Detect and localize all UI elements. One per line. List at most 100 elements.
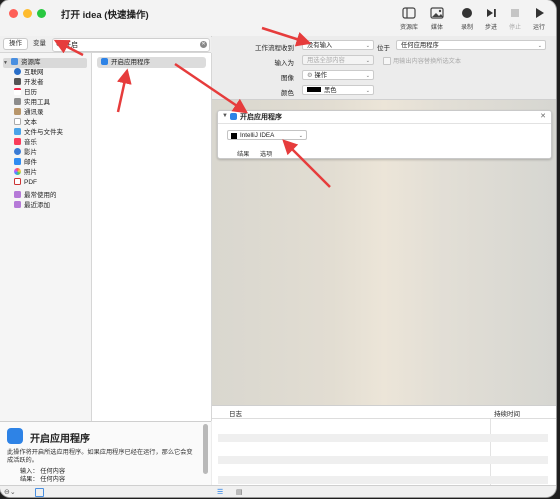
text-icon (14, 118, 21, 125)
title-bar: 打开 idea (快速操作) 资源库 媒体 录制 步进 停止 运行 (0, 0, 556, 37)
minimize-window-button[interactable] (23, 9, 32, 18)
stop-icon (511, 9, 519, 17)
app-select-popup[interactable]: IntelliJ IDEA ⌄ (227, 130, 307, 140)
open-app-icon (230, 113, 237, 120)
close-icon[interactable]: ✕ (540, 112, 546, 120)
mail-icon (14, 158, 21, 165)
sidebar-item-calendar[interactable]: 日历 (14, 88, 37, 98)
calendar-icon (14, 88, 21, 95)
options-menu-icon[interactable]: ⊖⌄ (4, 488, 16, 496)
record-button[interactable]: 录制 (454, 6, 480, 31)
tab-variables[interactable]: 变量 (28, 39, 51, 49)
open-app-icon (101, 58, 108, 65)
chevron-down-icon[interactable]: ▼ (222, 113, 228, 119)
step-button[interactable]: 步进 (478, 6, 504, 31)
window-title: 打开 idea (快速操作) (61, 10, 149, 21)
play-icon (536, 8, 544, 18)
library-header: 操作 变量 开启 ✕ (0, 36, 211, 53)
library-icon (11, 58, 18, 65)
tools-icon (14, 98, 21, 105)
table-row (218, 456, 548, 464)
split-view-icon[interactable]: ▤ (236, 488, 243, 496)
action-card-header: ▼ 开启应用程序 ✕ (218, 111, 551, 124)
table-row (218, 476, 548, 484)
description-title: 开启应用程序 (30, 434, 90, 445)
sidebar-item-developer[interactable]: 开发者 (14, 78, 44, 88)
photo-icon (430, 7, 444, 19)
sidebar-item-utilities[interactable]: 实用工具 (14, 98, 50, 108)
sidebar-item-music[interactable]: 音乐 (14, 138, 37, 148)
media-button[interactable]: 媒体 (424, 6, 450, 31)
action-card-title: 开启应用程序 (240, 114, 282, 121)
tab-options[interactable]: 选项 (260, 149, 272, 158)
color-swatch (307, 87, 321, 92)
divider (212, 418, 556, 419)
sidebar-item-library[interactable]: ▼ 资源库 (3, 58, 87, 68)
sidebar-item-most-used[interactable]: 最常使用的 (14, 191, 57, 201)
sidebar-item-pdf[interactable]: PDF (14, 178, 37, 188)
record-icon (462, 8, 472, 18)
clear-search-icon[interactable]: ✕ (200, 41, 207, 48)
contacts-icon (14, 108, 21, 115)
sidebar-item-contacts[interactable]: 通讯录 (14, 108, 44, 118)
description-result: 结果： 任何内容 (20, 476, 66, 483)
application-popup[interactable]: 任何应用程序 ⌄ (396, 40, 546, 50)
library-button[interactable]: 资源库 (396, 6, 422, 31)
bottom-bar: ⊖⌄ ☰ ▤ (0, 485, 556, 497)
chevron-updown-icon: ⌄ (365, 58, 370, 64)
duration-column-header: 持续时间 (494, 411, 520, 418)
zoom-window-button[interactable] (37, 9, 46, 18)
close-window-button[interactable] (9, 9, 18, 18)
chevron-updown-icon: ⌄ (365, 73, 370, 79)
search-value: 开启 (64, 42, 78, 49)
action-list: 开启应用程序 (92, 53, 212, 421)
log-column-header: 日志 (229, 411, 242, 418)
sidebar-item-files-folders[interactable]: 文件与文件夹 (14, 128, 63, 138)
search-input[interactable]: 开启 ✕ (52, 38, 210, 52)
replace-selection-checkbox[interactable] (383, 57, 391, 65)
color-popup[interactable]: 黑色 ⌄ (302, 85, 374, 95)
image-popup[interactable]: ⚙ 操作 ⌄ (302, 70, 374, 80)
finder-icon (14, 128, 21, 135)
input-is-popup[interactable]: 用选全部内容 ⌄ (302, 55, 374, 65)
description-scrollbar[interactable] (203, 424, 208, 474)
list-item[interactable]: 开启应用程序 (97, 57, 206, 68)
replace-selection-label: 用输出内容替换所选文本 (393, 58, 462, 65)
sidebar-item-movies[interactable]: 影片 (14, 148, 37, 158)
chevron-down-icon: ▼ (3, 60, 8, 66)
automator-window: 打开 idea (快速操作) 资源库 媒体 录制 步进 停止 运行 操作 变量 (0, 0, 556, 497)
smart-folder-icon (14, 201, 21, 208)
stop-button[interactable]: 停止 (502, 6, 528, 31)
globe-icon (14, 68, 21, 75)
quicktime-icon (14, 148, 21, 155)
view-toggle-icon[interactable] (35, 488, 44, 497)
run-button[interactable]: 运行 (526, 6, 552, 31)
chevron-updown-icon: ⌄ (537, 43, 542, 49)
workflow-action-card[interactable]: ▼ 开启应用程序 ✕ IntelliJ IDEA ⌄ 结果 选项 (217, 110, 552, 159)
action-description: 开启应用程序 此操作将开启所选应用程序。如果应用程序已经在运行，那么它会变成活跃… (0, 421, 211, 486)
music-icon (14, 138, 21, 145)
tab-actions[interactable]: 操作 (4, 39, 27, 49)
list-view-icon[interactable]: ☰ (217, 488, 223, 496)
chevron-updown-icon: ⌄ (298, 133, 303, 139)
step-forward-icon (487, 9, 496, 17)
photos-icon (14, 168, 21, 175)
intellij-icon (231, 133, 237, 139)
sidebar-item-photos[interactable]: 照片 (14, 168, 37, 178)
chevron-updown-icon: ⌄ (365, 88, 370, 94)
smart-folder-icon (14, 191, 21, 198)
description-text: 此操作将开启所选应用程序。如果应用程序已经在运行，那么它会变成活跃的。 (7, 449, 193, 464)
search-icon (56, 41, 63, 48)
sidebar-item-mail[interactable]: 邮件 (14, 158, 37, 168)
table-row (218, 434, 548, 442)
log-panel: 日志 持续时间 (212, 405, 556, 486)
pdf-icon (14, 178, 21, 185)
sidebar-item-text[interactable]: 文本 (14, 118, 37, 128)
workflow-config: 工作流程收到 没有输入 ⌄ 位于 任何应用程序 ⌄ 输入为 用选全部内容 ⌄ 用输出内… (212, 36, 556, 100)
library-tree: ▼ 资源库 互联网 开发者 日历 实用工具 通讯录 文本 文件与文件夹 音乐 影片… (0, 53, 92, 421)
sidebar-item-internet[interactable]: 互联网 (14, 68, 44, 78)
open-app-icon (7, 428, 23, 444)
sidebar-item-recently-added[interactable]: 最近添加 (14, 201, 50, 211)
tab-results[interactable]: 结果 (237, 149, 249, 158)
hammer-icon (14, 78, 21, 85)
